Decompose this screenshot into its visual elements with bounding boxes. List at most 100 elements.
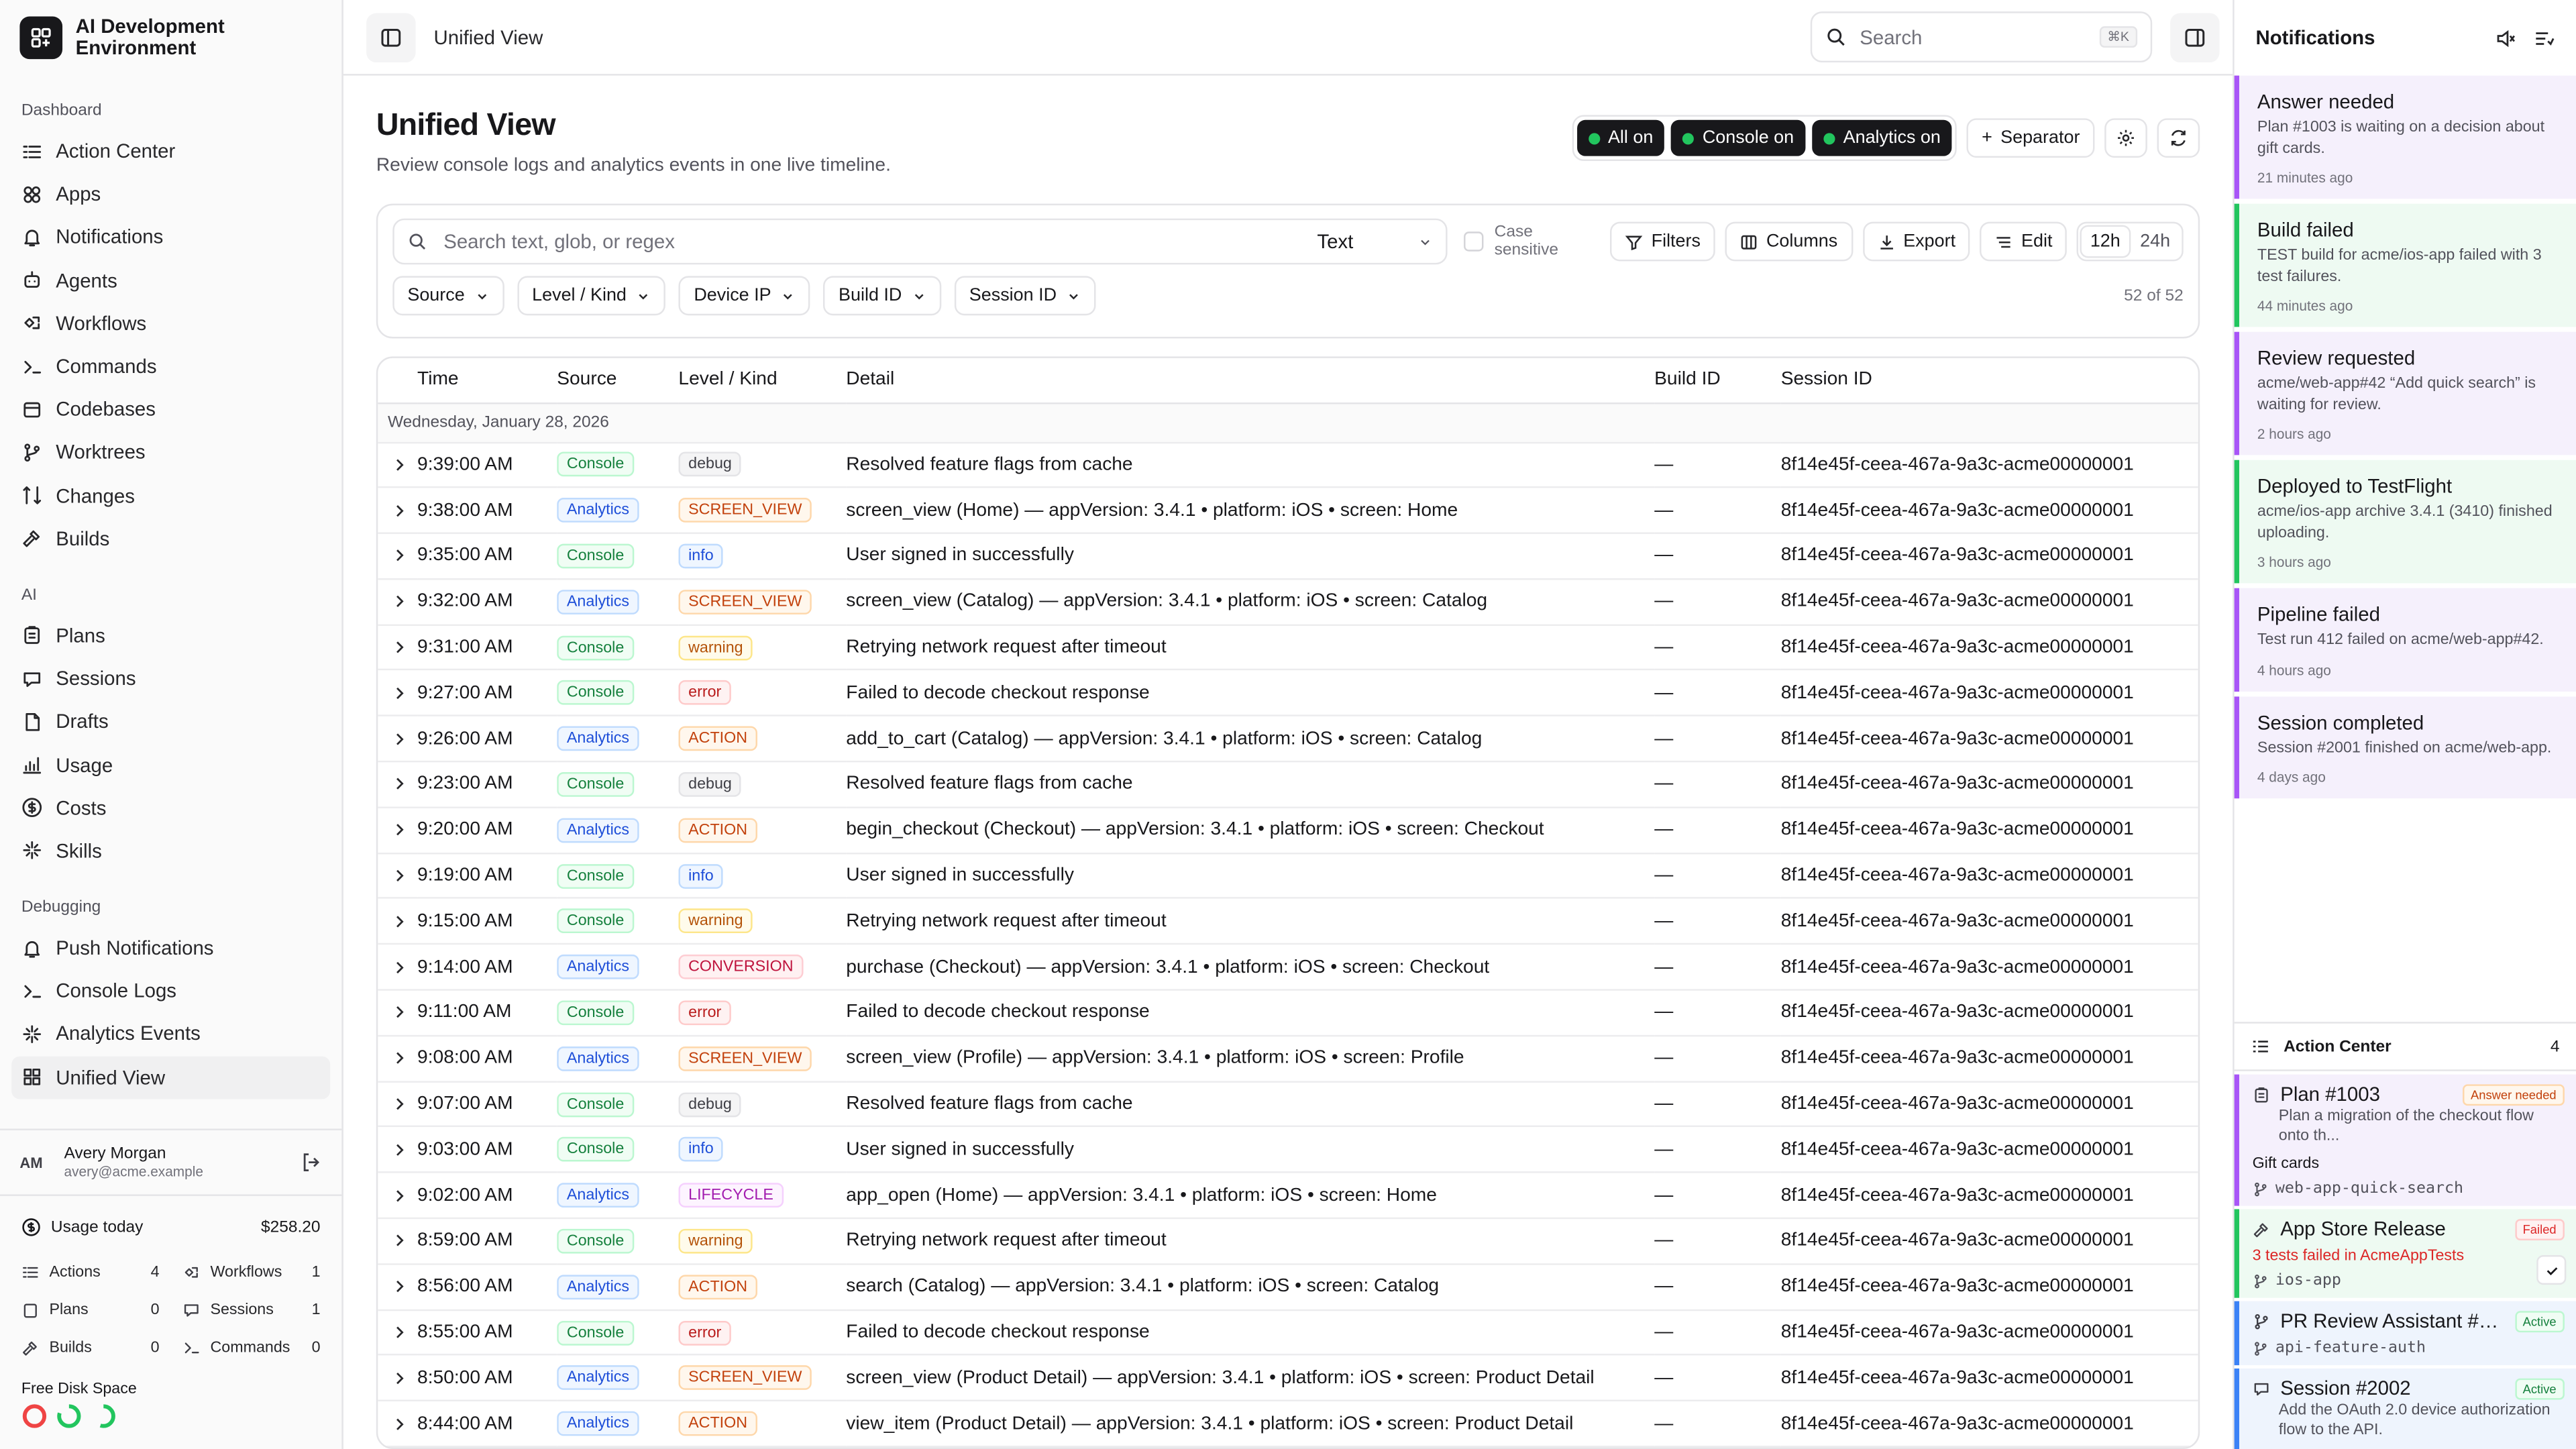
action-card[interactable]: App Store Release Failed 3 tests failed in… (2234, 1209, 2576, 1298)
sidebar-item-sessions[interactable]: Sessions (11, 657, 330, 700)
expand-row-button[interactable] (378, 944, 418, 991)
check-icon[interactable] (2536, 1255, 2567, 1285)
sidebar-item-costs[interactable]: Costs (11, 786, 330, 829)
sidebar-item-worktrees[interactable]: Worktrees (11, 431, 330, 474)
sidebar-item-action-center[interactable]: Action Center (11, 129, 330, 172)
user-profile[interactable]: AM Avery Morgan avery@acme.example (0, 1128, 342, 1194)
toggle-console-on[interactable]: Console on (1671, 119, 1806, 156)
table-row[interactable]: 9:23:00 AM Console debug Resolved feature f… (378, 761, 2198, 808)
expand-row-button[interactable] (378, 441, 418, 489)
expand-row-button[interactable] (378, 1401, 418, 1448)
table-row[interactable]: 9:03:00 AM Console info User signed in succ… (378, 1126, 2198, 1174)
table-row[interactable]: 8:59:00 AM Console warning Retrying network… (378, 1218, 2198, 1265)
expand-row-button[interactable] (378, 1355, 418, 1402)
expand-row-button[interactable] (378, 1081, 418, 1128)
table-row[interactable]: 9:26:00 AM Analytics ACTION add_to_cart (Ca… (378, 716, 2198, 763)
sidebar-item-commands[interactable]: Commands (11, 345, 330, 388)
expand-row-button[interactable] (378, 761, 418, 808)
table-row[interactable]: 8:55:00 AM Console error Failed to decode c… (378, 1309, 2198, 1356)
sidebar-item-usage[interactable]: Usage (11, 743, 330, 786)
case-sensitive-checkbox[interactable] (1463, 231, 1483, 252)
table-row[interactable]: 8:50:00 AM Analytics SCREEN_VIEW screen_vie… (378, 1355, 2198, 1402)
toggle-sidebar-button[interactable] (366, 12, 416, 62)
column-header[interactable]: Time (417, 358, 557, 404)
expand-row-button[interactable] (378, 625, 418, 672)
sidebar-item-workflows[interactable]: Workflows (11, 302, 330, 345)
action-center-header[interactable]: Action Center 4 (2234, 1022, 2576, 1071)
table-row[interactable]: 9:14:00 AM Analytics CONVERSION purchase (C… (378, 944, 2198, 991)
sidebar-item-drafts[interactable]: Drafts (11, 700, 330, 743)
mute-icon[interactable] (2496, 27, 2517, 48)
table-row[interactable]: 9:38:00 AM Analytics SCREEN_VIEW screen_vie… (378, 487, 2198, 535)
notification-item[interactable]: Deployed to TestFlight acme/ios-app archi… (2234, 460, 2576, 584)
table-row[interactable]: 9:31:00 AM Console warning Retrying network… (378, 625, 2198, 672)
expand-row-button[interactable] (378, 853, 418, 900)
level-kind-filter[interactable]: Level / Kind (517, 276, 666, 316)
expand-row-button[interactable] (378, 670, 418, 717)
columns-button[interactable]: Columns (1725, 221, 1853, 262)
toggle-right-panel-button[interactable] (2170, 12, 2220, 62)
sidebar-item-plans[interactable]: Plans (11, 614, 330, 657)
table-row[interactable]: 9:19:00 AM Console info User signed in succ… (378, 853, 2198, 900)
expand-row-button[interactable] (378, 716, 418, 763)
log-search-input[interactable]: Search text, glob, or regex (443, 230, 675, 253)
notification-item[interactable]: Review requested acme/web-app#42 “Add qui… (2234, 331, 2576, 455)
table-row[interactable]: 9:27:00 AM Console error Failed to decode c… (378, 670, 2198, 717)
table-row[interactable]: 9:39:00 AM Console debug Resolved feature f… (378, 441, 2198, 489)
sidebar-item-push-notifications[interactable]: Push Notifications (11, 926, 330, 969)
sidebar-item-console-logs[interactable]: Console Logs (11, 969, 330, 1012)
expand-row-button[interactable] (378, 807, 418, 854)
table-row[interactable]: 9:15:00 AM Console warning Retrying network… (378, 898, 2198, 945)
column-header[interactable]: Build ID (1654, 358, 1781, 404)
global-search[interactable]: Search ⌘K (1810, 11, 2153, 63)
expand-row-button[interactable] (378, 487, 418, 535)
device-ip-filter[interactable]: Device IP (679, 276, 811, 316)
refresh-button[interactable] (2157, 118, 2200, 158)
sidebar-item-unified-view[interactable]: Unified View (11, 1055, 331, 1099)
search-mode-select[interactable]: Text (1317, 230, 1432, 253)
table-row[interactable]: 8:44:00 AM Analytics ACTION view_item (Prod… (378, 1401, 2198, 1448)
expand-row-button[interactable] (378, 989, 418, 1036)
sidebar-item-skills[interactable]: Skills (11, 829, 330, 872)
notification-item[interactable]: Session completed Session #2001 finished … (2234, 696, 2576, 799)
source-filter[interactable]: Source (392, 276, 504, 316)
mark-all-read-icon[interactable] (2533, 27, 2555, 48)
action-card[interactable]: Plan #1003 Answer needed Plan a migration … (2234, 1074, 2576, 1206)
edit-button[interactable]: Edit (1980, 221, 2068, 262)
column-header[interactable]: Source (557, 358, 679, 404)
expand-row-button[interactable] (378, 1126, 418, 1174)
sidebar-item-analytics-events[interactable]: Analytics Events (11, 1013, 330, 1056)
brand[interactable]: AI Development Environment (0, 0, 341, 76)
sidebar-item-codebases[interactable]: Codebases (11, 388, 330, 431)
sidebar-item-notifications[interactable]: Notifications (11, 216, 330, 259)
notification-item[interactable]: Answer needed Plan #1003 is waiting on a … (2234, 75, 2576, 199)
column-header[interactable]: Detail (846, 358, 1655, 404)
notification-item[interactable]: Build failed TEST build for acme/ios-app … (2234, 203, 2576, 327)
toggle-analytics-on[interactable]: Analytics on (1812, 119, 1953, 156)
sidebar-item-builds[interactable]: Builds (11, 517, 330, 560)
action-card[interactable]: PR Review Assistant #4... Active api-featu… (2234, 1301, 2576, 1366)
range-24h[interactable]: 24h (2132, 227, 2178, 256)
export-button[interactable]: Export (1862, 221, 1971, 262)
toggle-all-on[interactable]: All on (1576, 119, 1665, 156)
action-card[interactable]: Session #2002 Active Add the OAuth 2.0 dev… (2234, 1368, 2576, 1449)
table-row[interactable]: 9:07:00 AM Console debug Resolved feature f… (378, 1081, 2198, 1128)
table-row[interactable]: 9:11:00 AM Console error Failed to decode c… (378, 989, 2198, 1036)
table-row[interactable]: 9:02:00 AM Analytics LIFECYCLE app_open (Ho… (378, 1172, 2198, 1220)
expand-row-button[interactable] (378, 1218, 418, 1265)
column-header[interactable]: Session ID (1780, 358, 2198, 404)
case-sensitive-toggle[interactable]: Case sensitive (1463, 223, 1600, 260)
separator-button[interactable]: + Separator (1967, 118, 2095, 158)
expand-row-button[interactable] (378, 898, 418, 945)
sidebar-item-agents[interactable]: Agents (11, 259, 330, 302)
sidebar-item-apps[interactable]: Apps (11, 173, 330, 216)
expand-row-button[interactable] (378, 1035, 418, 1083)
table-row[interactable]: 9:32:00 AM Analytics SCREEN_VIEW screen_vie… (378, 579, 2198, 626)
expand-row-button[interactable] (378, 579, 418, 626)
expand-row-button[interactable] (378, 1172, 418, 1220)
range-12h[interactable]: 12h (2082, 226, 2129, 257)
global-search-input[interactable]: Search (1860, 25, 1922, 48)
build-id-filter[interactable]: Build ID (823, 276, 942, 316)
column-header[interactable]: Level / Kind (678, 358, 847, 404)
table-row[interactable]: 9:20:00 AM Analytics ACTION begin_checkout … (378, 807, 2198, 854)
